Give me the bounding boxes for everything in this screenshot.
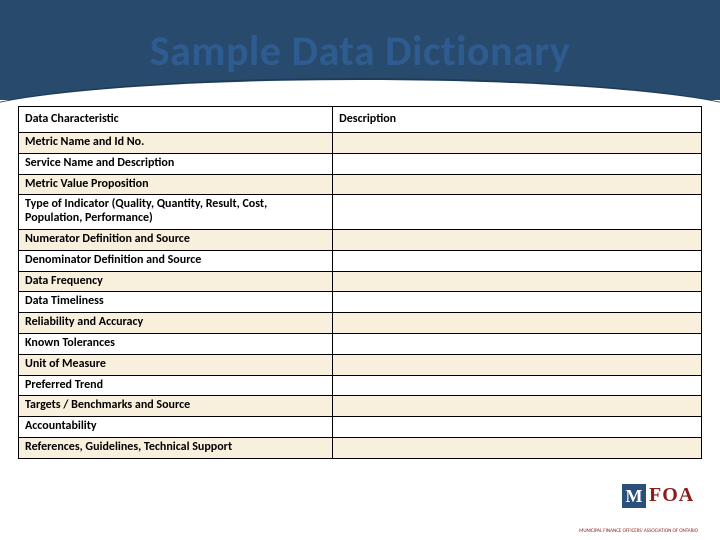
- row-description: [333, 333, 702, 354]
- row-description: [333, 354, 702, 375]
- slide: Sample Data Dictionary Data Characterist…: [0, 0, 720, 540]
- row-description: [333, 153, 702, 174]
- row-label: Type of Indicator (Quality, Quantity, Re…: [19, 195, 333, 230]
- row-description: [333, 396, 702, 417]
- row-description: [333, 417, 702, 438]
- row-description: [333, 133, 702, 154]
- row-label: Service Name and Description: [19, 153, 333, 174]
- row-description: [333, 292, 702, 313]
- logo-m-icon: M: [622, 484, 646, 508]
- row-description: [333, 271, 702, 292]
- row-label: Numerator Definition and Source: [19, 229, 333, 250]
- row-label: Denominator Definition and Source: [19, 250, 333, 271]
- table-row: Service Name and Description: [19, 153, 702, 174]
- row-description: [333, 437, 702, 458]
- row-label: Preferred Trend: [19, 375, 333, 396]
- row-label: Data Timeliness: [19, 292, 333, 313]
- row-label: Reliability and Accuracy: [19, 313, 333, 334]
- row-label: References, Guidelines, Technical Suppor…: [19, 437, 333, 458]
- table-row: Metric Value Proposition: [19, 174, 702, 195]
- logo-foa-text: FOA: [649, 484, 694, 506]
- table-row: Metric Name and Id No.: [19, 133, 702, 154]
- table-row: Denominator Definition and Source: [19, 250, 702, 271]
- row-description: [333, 229, 702, 250]
- table-row: Type of Indicator (Quality, Quantity, Re…: [19, 195, 702, 230]
- table-row: Data Frequency: [19, 271, 702, 292]
- table-row: Targets / Benchmarks and Source: [19, 396, 702, 417]
- row-label: Metric Name and Id No.: [19, 133, 333, 154]
- table-row: Data Timeliness: [19, 292, 702, 313]
- table-row: Numerator Definition and Source: [19, 229, 702, 250]
- row-description: [333, 375, 702, 396]
- row-description: [333, 250, 702, 271]
- row-label: Known Tolerances: [19, 333, 333, 354]
- row-description: [333, 195, 702, 230]
- row-label: Unit of Measure: [19, 354, 333, 375]
- data-dictionary-table-wrap: Data Characteristic Description Metric N…: [18, 106, 702, 459]
- table-row: Accountability: [19, 417, 702, 438]
- row-description: [333, 174, 702, 195]
- table-row: Preferred Trend: [19, 375, 702, 396]
- mfoa-logo: M FOA: [622, 484, 698, 520]
- header-right: Description: [333, 107, 702, 133]
- row-label: Targets / Benchmarks and Source: [19, 396, 333, 417]
- logo-subtitle: MUNICIPAL FINANCE OFFICERS' ASSOCIATION …: [579, 529, 698, 535]
- row-label: Metric Value Proposition: [19, 174, 333, 195]
- row-label: Data Frequency: [19, 271, 333, 292]
- table-row: References, Guidelines, Technical Suppor…: [19, 437, 702, 458]
- row-description: [333, 313, 702, 334]
- table-row: Reliability and Accuracy: [19, 313, 702, 334]
- row-label: Accountability: [19, 417, 333, 438]
- header-left: Data Characteristic: [19, 107, 333, 133]
- slide-title: Sample Data Dictionary: [0, 26, 720, 77]
- data-dictionary-table: Data Characteristic Description Metric N…: [18, 106, 702, 459]
- table-header-row: Data Characteristic Description: [19, 107, 702, 133]
- table-row: Unit of Measure: [19, 354, 702, 375]
- table-row: Known Tolerances: [19, 333, 702, 354]
